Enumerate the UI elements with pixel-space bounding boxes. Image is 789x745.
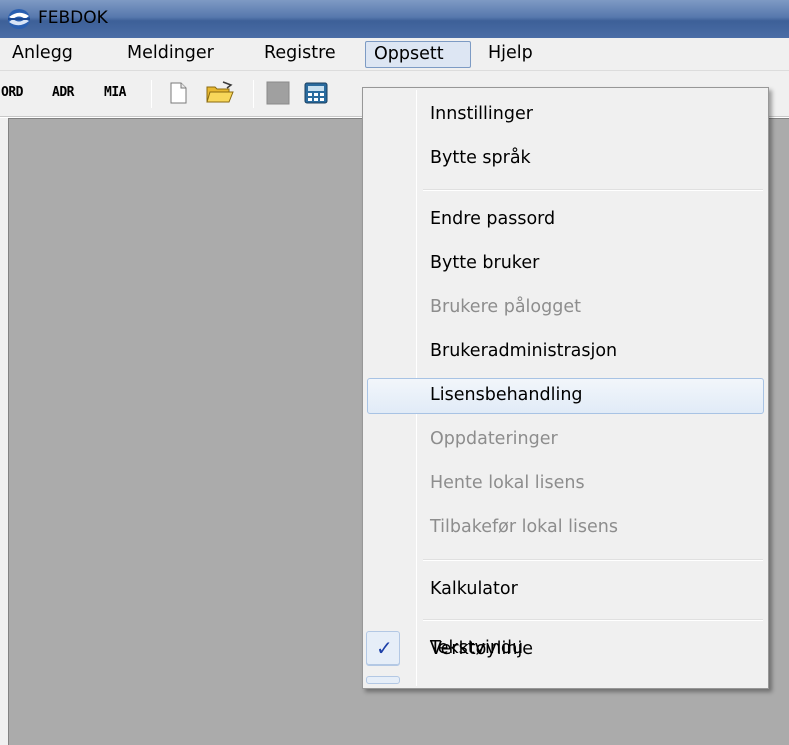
oppsett-dropdown-menu: Innstillinger Bytte språk Endre passord …	[362, 87, 769, 689]
gray-square-icon[interactable]	[266, 81, 290, 105]
menu-item-endre-passord[interactable]: Endre passord	[367, 202, 764, 238]
menu-item-brukere-palogget: Brukere pålogget	[430, 297, 581, 317]
menu-item-bytte-sprak[interactable]: Bytte språk	[367, 141, 764, 177]
window-left-border	[0, 118, 8, 745]
menu-item-tilbakefor-lokal-lisens: Tilbakefør lokal lisens	[430, 517, 618, 537]
calculator-icon[interactable]	[304, 81, 328, 105]
title-bar: FEBDOK	[0, 0, 789, 38]
dropdown-bottom-region: ✓ Tekstvindu	[362, 631, 769, 685]
menu-registre[interactable]: Registre	[256, 41, 344, 68]
menu-meldinger[interactable]: Meldinger	[119, 41, 222, 68]
toolbar-mia-button[interactable]: MIA	[104, 85, 126, 100]
menu-separator	[423, 189, 763, 191]
menu-hjelp[interactable]: Hjelp	[480, 41, 541, 68]
window-title: FEBDOK	[38, 8, 108, 28]
menu-separator	[423, 619, 763, 621]
menu-item-bytte-bruker[interactable]: Bytte bruker	[367, 246, 764, 282]
menu-item-oppdateringer: Oppdateringer	[430, 429, 558, 449]
menu-item-innstillinger[interactable]: Innstillinger	[367, 97, 764, 133]
menu-anlegg[interactable]: Anlegg	[4, 41, 81, 68]
menu-bar: Anlegg Meldinger Registre Oppsett Hjelp	[0, 38, 789, 71]
toolbar-separator	[253, 80, 254, 108]
menu-item-hente-lokal-lisens: Hente lokal lisens	[430, 473, 585, 493]
febdok-app-icon	[8, 9, 30, 29]
menu-separator	[423, 559, 763, 561]
menu-item-kalkulator[interactable]: Kalkulator	[367, 572, 764, 608]
menu-oppsett[interactable]: Oppsett	[365, 41, 471, 68]
toolbar-adr-button[interactable]: ADR	[52, 85, 74, 100]
open-folder-icon[interactable]	[205, 81, 235, 105]
menu-item-brukeradministrasjon[interactable]: Brukeradministrasjon	[367, 334, 764, 370]
new-document-icon[interactable]	[166, 81, 190, 105]
menu-item-tekstvindu[interactable]: Tekstvindu	[367, 631, 764, 667]
toolbar-ord-button[interactable]: ORD	[1, 85, 23, 100]
toolbar-separator	[151, 80, 152, 108]
menu-item-lisensbehandling[interactable]: Lisensbehandling	[367, 378, 764, 414]
